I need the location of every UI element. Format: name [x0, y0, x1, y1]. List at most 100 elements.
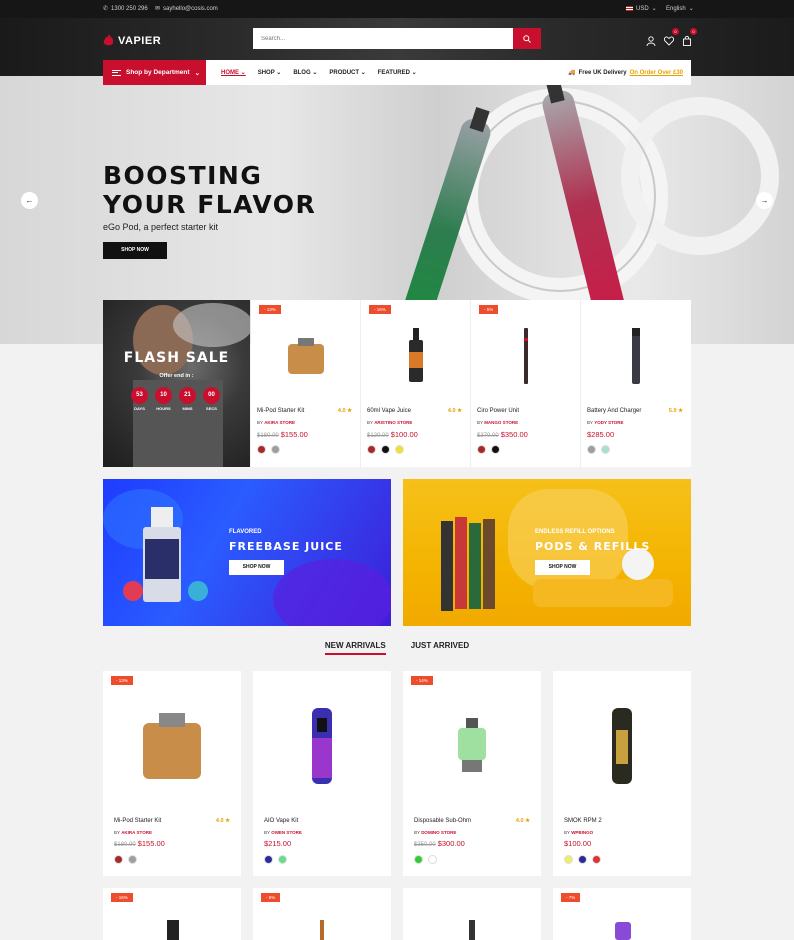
color-swatch[interactable] — [564, 855, 573, 864]
timer-hours: 10 HOURS — [155, 387, 172, 411]
arrow-right-icon: → — [760, 196, 769, 205]
product-card[interactable]: - 14% Disposable Sub-Ohm 4.0 ★ BY DOMINO… — [403, 671, 541, 876]
product-card[interactable]: - 13% Mi-Pod Starter Kit 4.0 ★ BY AKIRA … — [251, 300, 361, 467]
chevron-down-icon: ⌄ — [194, 69, 201, 77]
color-swatch[interactable] — [278, 855, 287, 864]
color-swatches — [114, 855, 137, 864]
color-swatch[interactable] — [114, 855, 123, 864]
banner-shop-now-button[interactable]: SHOP NOW — [535, 560, 590, 575]
product-card[interactable]: - 16% — [103, 888, 241, 940]
product-image[interactable] — [103, 691, 241, 801]
product-card[interactable]: Battery And Charger 5.0 ★ BY YODY STORE … — [581, 300, 691, 467]
product-card[interactable]: - 5% Ciro Power Unit BY MANGO STORE $370… — [471, 300, 581, 467]
bag-icon — [683, 35, 691, 46]
discount-badge: - 7% — [561, 893, 581, 902]
language-selector[interactable]: English ⌄ — [666, 5, 694, 13]
product-image[interactable] — [613, 920, 633, 940]
product-name[interactable]: Mi-Pod Starter Kit — [257, 408, 304, 414]
product-name[interactable]: 60ml Vape Juice — [367, 408, 411, 414]
product-store: BY AKIRA STORE — [114, 830, 152, 835]
wishlist-button[interactable]: 0 — [663, 28, 679, 46]
color-swatch[interactable] — [477, 445, 486, 454]
product-name[interactable]: AIO Vape Kit — [264, 818, 298, 824]
slider-next-button[interactable]: → — [756, 192, 773, 209]
color-swatch[interactable] — [257, 445, 266, 454]
nav-product[interactable]: PRODUCT ⌄ — [329, 69, 365, 76]
color-swatch[interactable] — [592, 855, 601, 864]
currency-selector[interactable]: USD ⌄ — [626, 5, 657, 12]
tab-just-arrived[interactable]: JUST ARRIVED — [411, 641, 469, 655]
color-swatch[interactable] — [587, 445, 596, 454]
color-swatch[interactable] — [395, 445, 404, 454]
color-swatch[interactable] — [264, 855, 273, 864]
slider-prev-button[interactable]: ← — [21, 192, 38, 209]
color-swatch[interactable] — [381, 445, 390, 454]
search-button[interactable] — [513, 28, 541, 49]
arrow-left-icon: ← — [25, 196, 34, 205]
product-image[interactable] — [471, 316, 580, 396]
nav-shop[interactable]: SHOP ⌄ — [258, 69, 282, 76]
banner-shop-now-button[interactable]: SHOP NOW — [229, 560, 284, 575]
flash-sale-photo — [133, 303, 250, 467]
color-swatch[interactable] — [491, 445, 500, 454]
search-bar — [253, 28, 541, 49]
product-image[interactable] — [163, 920, 183, 940]
delivery-link[interactable]: On Order Over £30 — [630, 70, 683, 76]
product-image[interactable] — [361, 316, 470, 396]
tab-new-arrivals[interactable]: NEW ARRIVALS — [324, 641, 386, 655]
color-swatches — [367, 445, 404, 454]
nav-featured[interactable]: FEATURED ⌄ — [378, 69, 417, 76]
pods-refills-banner[interactable]: ENDLESS REFILL OPTIONS PODS & REFILLS SH… — [403, 479, 691, 626]
product-name[interactable]: Battery And Charger — [587, 408, 641, 414]
product-name[interactable]: Mi-Pod Starter Kit — [114, 818, 161, 824]
product-image[interactable] — [317, 920, 327, 940]
timer-days: 53 DAYS — [131, 387, 148, 411]
nav-home[interactable]: HOME ⌄ — [221, 69, 246, 76]
color-swatches — [257, 445, 280, 454]
product-card[interactable]: SMOK RPM 2 BY WPBINGO $100.00 — [553, 671, 691, 876]
product-price: $120.00 $100.00 — [367, 430, 418, 439]
product-store: BY DOMINO STORE — [414, 830, 457, 835]
color-swatch[interactable] — [578, 855, 587, 864]
freebase-juice-banner[interactable]: FLAVORED FREEBASE JUICE SHOP NOW — [103, 479, 391, 626]
product-name[interactable]: SMOK RPM 2 — [564, 818, 602, 824]
product-image[interactable] — [553, 691, 691, 801]
product-rating: 4.0 ★ — [515, 818, 530, 824]
product-card[interactable]: - 13% Mi-Pod Starter Kit 4.0 ★ BY AKIRA … — [103, 671, 241, 876]
shop-by-department-button[interactable]: Shop by Department ⌄ — [103, 60, 206, 85]
truck-icon: 🚚 — [568, 70, 576, 76]
color-swatch[interactable] — [414, 855, 423, 864]
product-card[interactable]: AIO Vape Kit BY OWEN STORE $215.00 — [253, 671, 391, 876]
flash-sale-panel[interactable]: FLASH SALE Offer end in : 53 DAYS 10 HOURS… — [103, 300, 250, 467]
product-name[interactable]: Ciro Power Unit — [477, 408, 519, 414]
color-swatch[interactable] — [601, 445, 610, 454]
logo[interactable]: VAPIER — [103, 34, 161, 47]
product-image[interactable] — [251, 316, 360, 396]
color-swatch[interactable] — [271, 445, 280, 454]
search-input[interactable] — [253, 28, 513, 49]
cart-button[interactable]: 0 — [682, 28, 697, 46]
hero-shop-now-button[interactable]: SHOP NOW — [103, 242, 167, 259]
discount-badge: - 14% — [411, 676, 433, 685]
product-price: $180.00 $155.00 — [257, 430, 308, 439]
product-image[interactable] — [581, 316, 691, 396]
product-image[interactable] — [403, 691, 541, 801]
product-name[interactable]: Disposable Sub-Ohm — [414, 818, 471, 824]
menu-icon — [112, 69, 121, 76]
product-image[interactable] — [467, 920, 477, 940]
product-card[interactable] — [403, 888, 541, 940]
account-button[interactable] — [646, 33, 656, 47]
product-card[interactable]: - 7% — [553, 888, 691, 940]
color-swatch[interactable] — [367, 445, 376, 454]
product-card[interactable]: - 5% — [253, 888, 391, 940]
product-image[interactable] — [253, 691, 391, 801]
banner-tag: ENDLESS REFILL OPTIONS — [535, 529, 615, 535]
product-rating: 5.0 ★ — [668, 408, 683, 414]
phone-contact[interactable]: ✆ 1300 250 296 — [103, 5, 148, 13]
user-icon — [646, 36, 656, 47]
color-swatch[interactable] — [428, 855, 437, 864]
nav-blog[interactable]: BLOG ⌄ — [293, 69, 317, 76]
product-card[interactable]: - 16% 60ml Vape Juice 4.0 ★ BY ARISTINO … — [361, 300, 471, 467]
email-contact[interactable]: ✉ sayhello@cosis.com — [155, 5, 218, 13]
color-swatch[interactable] — [128, 855, 137, 864]
